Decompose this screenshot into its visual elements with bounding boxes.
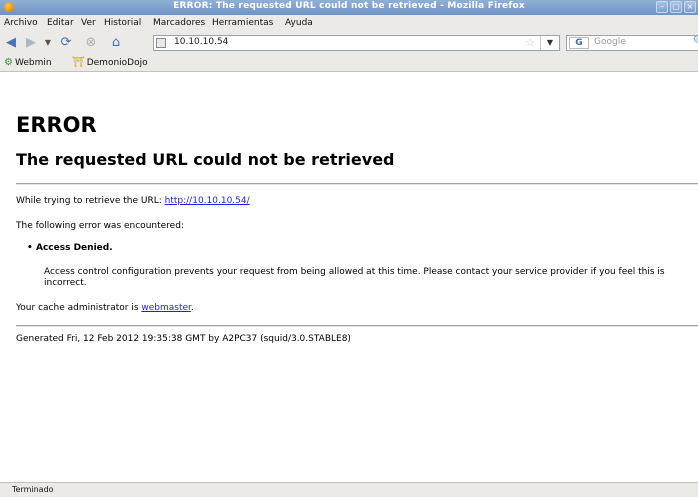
menu-ver[interactable]: Ver [81,18,96,28]
status-bar: Terminado [0,482,698,497]
back-arrow-icon[interactable]: ◀ [3,35,19,51]
page-subheading: The requested URL could not be retrieved [16,150,395,169]
admin-prefix: Your cache administrator is [16,303,142,313]
generated-footer: Generated Fri, 12 Feb 2012 19:35:38 GMT … [16,334,351,344]
history-dropdown-icon[interactable]: ▼ [40,35,56,51]
site-identity-icon[interactable] [156,38,166,48]
window-controls: – ▢ × [656,1,696,13]
search-placeholder[interactable]: Google [594,37,626,47]
demoniodojo-icon: ⛩ [72,57,85,68]
page-content: ERROR The requested URL could not be ret… [0,72,698,480]
menu-historial[interactable]: Historial [104,18,141,28]
stop-icon[interactable]: ⊗ [83,35,99,51]
admin-line: Your cache administrator is webmaster. [16,303,194,313]
maximize-button[interactable]: ▢ [670,1,682,13]
forward-arrow-icon[interactable]: ▶ [23,35,39,51]
bookmark-webmin[interactable]: ⚙ Webmin [4,57,52,68]
menu-marcadores[interactable]: Marcadores [153,18,205,28]
menu-bar: Archivo Editar Ver Historial Marcadores … [0,15,698,32]
url-line-prefix: While trying to retrieve the URL: [16,196,165,206]
bookmarks-toolbar: ⚙ Webmin ⛩ DemonioDojo [0,54,698,72]
error-intro: The following error was encountered: [16,221,184,231]
window-title: ERROR: The requested URL could not be re… [173,1,525,11]
menu-editar[interactable]: Editar [47,18,74,28]
reload-icon[interactable]: ⟳ [58,35,74,51]
menu-archivo[interactable]: Archivo [4,18,38,28]
home-icon[interactable]: ⌂ [108,35,124,51]
bookmark-label: DemonioDojo [86,57,148,68]
address-url[interactable]: 10.10.10.54 [174,37,228,47]
divider [16,183,698,185]
status-text: Terminado [12,485,54,494]
retrieved-url-link[interactable]: http://10.10.10.54/ [165,196,250,206]
bookmark-label: Webmin [14,57,52,68]
webmin-icon: ⚙ [4,57,13,68]
window-titlebar: ERROR: The requested URL could not be re… [0,0,698,15]
error-item: Access Denied. [27,243,113,253]
page-heading: ERROR [16,113,97,137]
minimize-button[interactable]: – [656,1,668,13]
address-dropdown-icon[interactable]: ▼ [540,36,559,50]
menu-herramientas[interactable]: Herramientas [212,18,273,28]
error-detail: Access control configuration prevents yo… [44,267,665,288]
divider [16,325,698,327]
search-box[interactable]: G Google 🔍 [566,35,698,51]
bookmark-star-icon[interactable]: ☆ [525,36,535,49]
navigation-toolbar: ◀ ▶ ▼ ⟳ ⊗ ⌂ 10.10.10.54 ☆ ▼ G Google 🔍 [0,32,698,54]
admin-suffix: . [190,303,194,313]
menu-ayuda[interactable]: Ayuda [285,18,313,28]
webmaster-link[interactable]: webmaster [141,303,191,313]
url-line: While trying to retrieve the URL: http:/… [16,196,250,206]
close-button[interactable]: × [684,1,696,13]
search-engine-icon[interactable]: G [569,37,589,49]
search-icon[interactable]: 🔍 [693,36,698,47]
bookmark-demoniodojo[interactable]: ⛩ DemonioDojo [72,57,148,68]
address-bar[interactable]: 10.10.10.54 ☆ ▼ [153,35,560,51]
